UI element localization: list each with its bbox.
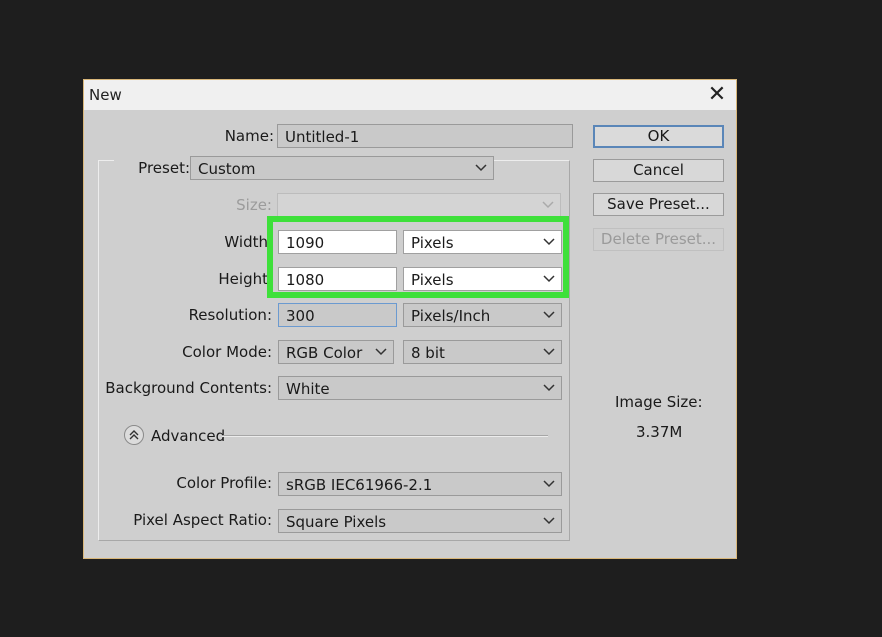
dialog-title: New	[89, 86, 122, 104]
ok-button[interactable]: OK	[593, 125, 724, 148]
chevron-down-icon	[543, 384, 555, 392]
width-label: Width	[224, 233, 268, 251]
image-size-label: Image Size:	[615, 393, 703, 411]
background-contents-select[interactable]: White	[278, 376, 562, 400]
name-input[interactable]: Untitled-1	[277, 124, 573, 148]
resolution-value: 300	[286, 307, 315, 325]
chevron-down-icon	[543, 311, 555, 319]
collapse-advanced-icon[interactable]	[124, 425, 144, 445]
close-icon[interactable]: ✕	[704, 82, 730, 108]
bit-depth-value: 8 bit	[411, 344, 445, 362]
resolution-label: Resolution:	[188, 306, 272, 324]
resolution-unit-value: Pixels/Inch	[411, 307, 491, 325]
chevron-down-icon	[543, 517, 555, 525]
color-mode-select[interactable]: RGB Color	[278, 340, 394, 364]
cancel-button[interactable]: Cancel	[593, 159, 724, 182]
background-contents-label: Background Contents:	[105, 379, 272, 397]
save-preset-button[interactable]: Save Preset...	[593, 193, 724, 216]
chevron-down-icon	[543, 348, 555, 356]
color-mode-value: RGB Color	[286, 344, 363, 362]
color-profile-select[interactable]: sRGB IEC61966-2.1	[278, 472, 562, 496]
size-select	[277, 193, 561, 217]
name-label: Name:	[224, 127, 274, 145]
delete-preset-button: Delete Preset...	[593, 228, 724, 251]
color-profile-label: Color Profile:	[176, 474, 272, 492]
name-value: Untitled-1	[285, 128, 360, 146]
size-label: Size:	[236, 196, 272, 214]
resolution-input[interactable]: 300	[278, 303, 397, 327]
chevron-down-icon	[375, 348, 387, 356]
resolution-unit-select[interactable]: Pixels/Inch	[403, 303, 562, 327]
color-profile-value: sRGB IEC61966-2.1	[286, 476, 433, 494]
advanced-label[interactable]: Advanced	[151, 427, 225, 445]
width-height-highlight-box	[267, 216, 569, 298]
chevron-down-icon	[475, 164, 487, 172]
advanced-divider	[222, 435, 548, 437]
pixel-aspect-ratio-value: Square Pixels	[286, 513, 387, 531]
pixel-aspect-ratio-select[interactable]: Square Pixels	[278, 509, 562, 533]
pixel-aspect-ratio-label: Pixel Aspect Ratio:	[133, 511, 272, 529]
new-document-dialog: New ✕ Name: Untitled-1 Preset: Custom Si…	[83, 79, 737, 559]
color-mode-label: Color Mode:	[182, 343, 272, 361]
title-bar[interactable]: New ✕	[84, 80, 736, 110]
background-contents-value: White	[286, 380, 330, 398]
chevron-down-icon	[542, 201, 554, 209]
preset-value: Custom	[198, 160, 256, 178]
preset-select[interactable]: Custom	[190, 156, 494, 180]
preset-label: Preset:	[114, 159, 190, 177]
bit-depth-select[interactable]: 8 bit	[403, 340, 562, 364]
chevron-down-icon	[543, 480, 555, 488]
height-label: Height	[218, 270, 268, 288]
image-size-value: 3.37M	[636, 423, 683, 441]
